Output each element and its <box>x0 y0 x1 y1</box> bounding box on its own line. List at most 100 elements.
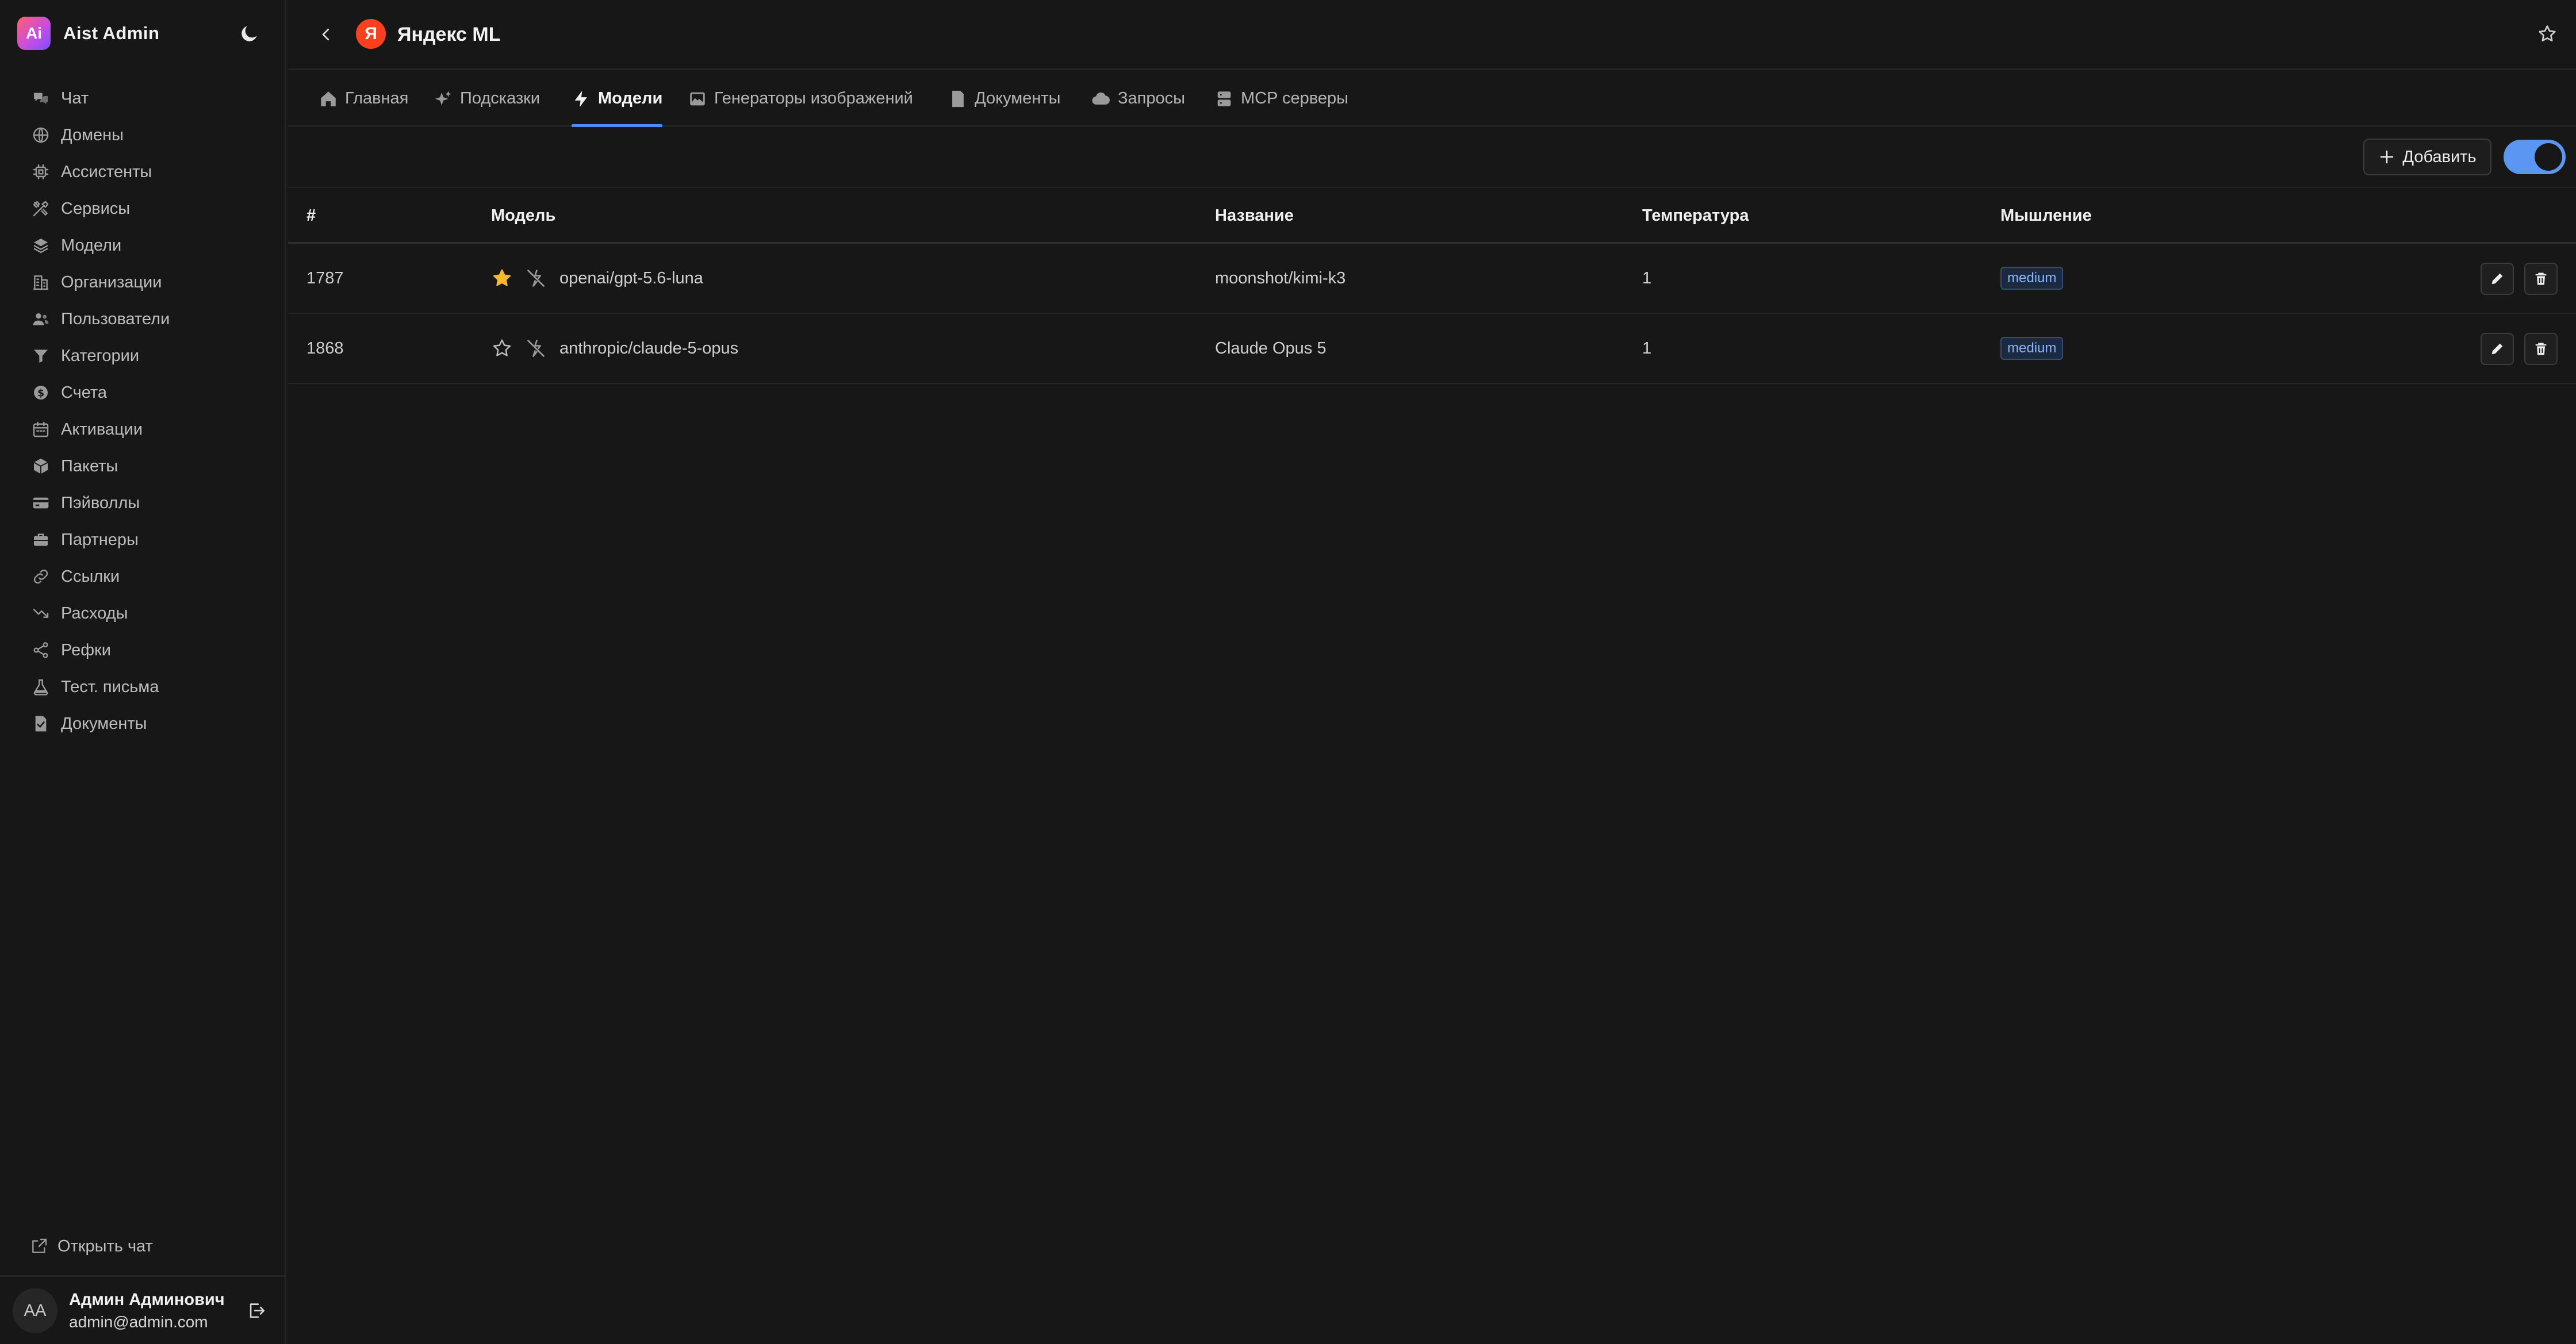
column-header-id[interactable]: # <box>306 188 316 244</box>
theme-toggle-button[interactable] <box>236 20 263 47</box>
sidebar-item-label: Домены <box>61 125 124 144</box>
delete-button[interactable] <box>2524 263 2558 295</box>
tab-label: Модели <box>598 89 663 107</box>
models-table: # Модель Название Температура Мышление 1… <box>288 188 2576 384</box>
users-icon <box>30 308 52 330</box>
row-thinking: medium <box>2000 314 2064 383</box>
sidebar-item-services[interactable]: Сервисы <box>0 190 286 227</box>
favorite-button[interactable] <box>2533 20 2562 48</box>
sidebar-item-categories[interactable]: Категории <box>0 337 286 374</box>
star-outline-icon <box>2539 25 2556 42</box>
column-header-thinking[interactable]: Мышление <box>2000 188 2092 244</box>
sidebar-item-test-emails[interactable]: Тест. письма <box>0 669 286 705</box>
external-link-icon <box>30 1237 48 1255</box>
domain-logo: Я <box>356 19 386 49</box>
back-button[interactable] <box>312 21 340 48</box>
table-row[interactable]: 1787 openai/gpt-5.6-luna moonshot/kimi-k… <box>288 244 2576 314</box>
column-header-name[interactable]: Название <box>1215 188 1294 244</box>
layers-icon <box>30 235 52 256</box>
sidebar-item-label: Организации <box>61 272 162 291</box>
favorite-toggle[interactable] <box>491 244 513 313</box>
sidebar-item-label: Счета <box>61 383 107 402</box>
svg-text:$: $ <box>37 388 44 400</box>
sidebar-item-models[interactable]: Модели <box>0 227 286 264</box>
edit-button[interactable] <box>2481 263 2514 295</box>
edit-button[interactable] <box>2481 333 2514 365</box>
user-info: Админ Админович admin@admin.com <box>69 1291 225 1331</box>
calendar-icon <box>30 418 52 440</box>
avatar[interactable]: AA <box>13 1288 57 1333</box>
link-icon <box>30 566 52 587</box>
table-header: # Модель Название Температура Мышление <box>288 188 2576 244</box>
status-badge: medium <box>2000 337 2064 360</box>
trash-icon <box>2535 343 2547 355</box>
logout-button[interactable] <box>243 1297 270 1324</box>
sidebar-divider <box>0 1275 286 1277</box>
column-header-temperature[interactable]: Температура <box>1642 188 1749 244</box>
sidebar-item-assistants[interactable]: Ассистенты <box>0 153 286 190</box>
disable-toggle[interactable] <box>526 314 546 383</box>
user-email: admin@admin.com <box>69 1312 208 1331</box>
tab-hints[interactable]: Подсказки <box>434 70 540 127</box>
credit-card-icon <box>30 492 52 514</box>
dollar-circle-icon: $ <box>30 382 52 404</box>
lightning-off-icon <box>527 340 545 357</box>
table-row[interactable]: 1868 anthropic/claude-5-opus Claude Opus… <box>288 314 2576 384</box>
sidebar-item-activations[interactable]: Активации <box>0 411 286 448</box>
pencil-icon <box>2491 343 2503 355</box>
sidebar-item-label: Пользователи <box>61 309 170 328</box>
sidebar-item-organizations[interactable]: Организации <box>0 264 286 301</box>
sidebar-nav: Чат Домены Ассистенты Сервисы Модели Орг… <box>0 80 286 742</box>
status-badge: medium <box>2000 267 2064 290</box>
sidebar-item-domains[interactable]: Домены <box>0 117 286 153</box>
sidebar-item-partners[interactable]: Партнеры <box>0 521 286 558</box>
open-chat-link[interactable]: Открыть чат <box>30 1229 153 1264</box>
tab-mcp-servers[interactable]: MCP серверы <box>1214 70 1348 127</box>
row-temperature: 1 <box>1642 268 1652 287</box>
sidebar-item-users[interactable]: Пользователи <box>0 301 286 337</box>
sidebar-item-links[interactable]: Ссылки <box>0 558 286 595</box>
sidebar-item-invoices[interactable]: $ Счета <box>0 374 286 411</box>
favorite-toggle[interactable] <box>491 314 513 383</box>
tab-image-generators[interactable]: Генераторы изображений <box>688 70 913 127</box>
add-button[interactable]: Добавить <box>2363 139 2491 175</box>
column-header-model[interactable]: Модель <box>491 188 555 244</box>
tab-home[interactable]: Главная <box>319 70 408 127</box>
row-id: 1787 <box>306 268 344 287</box>
user-profile: AA Админ Админович admin@admin.com <box>13 1288 271 1334</box>
chevron-left-icon <box>322 28 329 41</box>
toggle-knob <box>2535 143 2562 171</box>
sidebar-item-paywalls[interactable]: Пэйволлы <box>0 485 286 521</box>
brand[interactable]: Ai Aist Admin <box>17 16 159 51</box>
sidebar-item-documents[interactable]: Документы <box>0 705 286 742</box>
tab-label: Главная <box>345 89 409 107</box>
row-temperature: 1 <box>1642 339 1652 358</box>
sidebar-item-label: Ссылки <box>61 567 120 586</box>
sidebar-item-packages[interactable]: Пакеты <box>0 448 286 485</box>
server-icon <box>1217 91 1231 106</box>
chip-icon <box>30 161 52 183</box>
row-id: 1868 <box>306 339 344 358</box>
add-button-label: Добавить <box>2402 147 2477 166</box>
disable-toggle[interactable] <box>526 244 546 313</box>
user-name: Админ Админович <box>69 1290 225 1309</box>
sidebar-item-expenses[interactable]: Расходы <box>0 595 286 632</box>
cloud-icon <box>1092 92 1110 105</box>
delete-button[interactable] <box>2524 333 2558 365</box>
sidebar-item-referrals[interactable]: Рефки <box>0 632 286 669</box>
active-toggle[interactable] <box>2504 140 2566 174</box>
tab-label: Генераторы изображений <box>714 89 913 107</box>
tab-documents[interactable]: Документы <box>948 70 1061 127</box>
tools-icon <box>30 198 52 220</box>
sidebar-item-chat[interactable]: Чат <box>0 80 286 117</box>
lightning-off-icon <box>527 270 545 287</box>
tab-models[interactable]: Модели <box>572 70 663 127</box>
sidebar-item-label: Ассистенты <box>61 162 152 181</box>
sidebar-item-label: Документы <box>61 714 147 733</box>
tab-requests[interactable]: Запросы <box>1090 70 1185 127</box>
moon-icon <box>241 26 257 41</box>
sidebar-item-label: Активации <box>61 420 143 439</box>
star-outline-icon <box>493 339 511 356</box>
box-icon <box>30 455 52 477</box>
chat-bubbles-icon <box>30 87 52 109</box>
